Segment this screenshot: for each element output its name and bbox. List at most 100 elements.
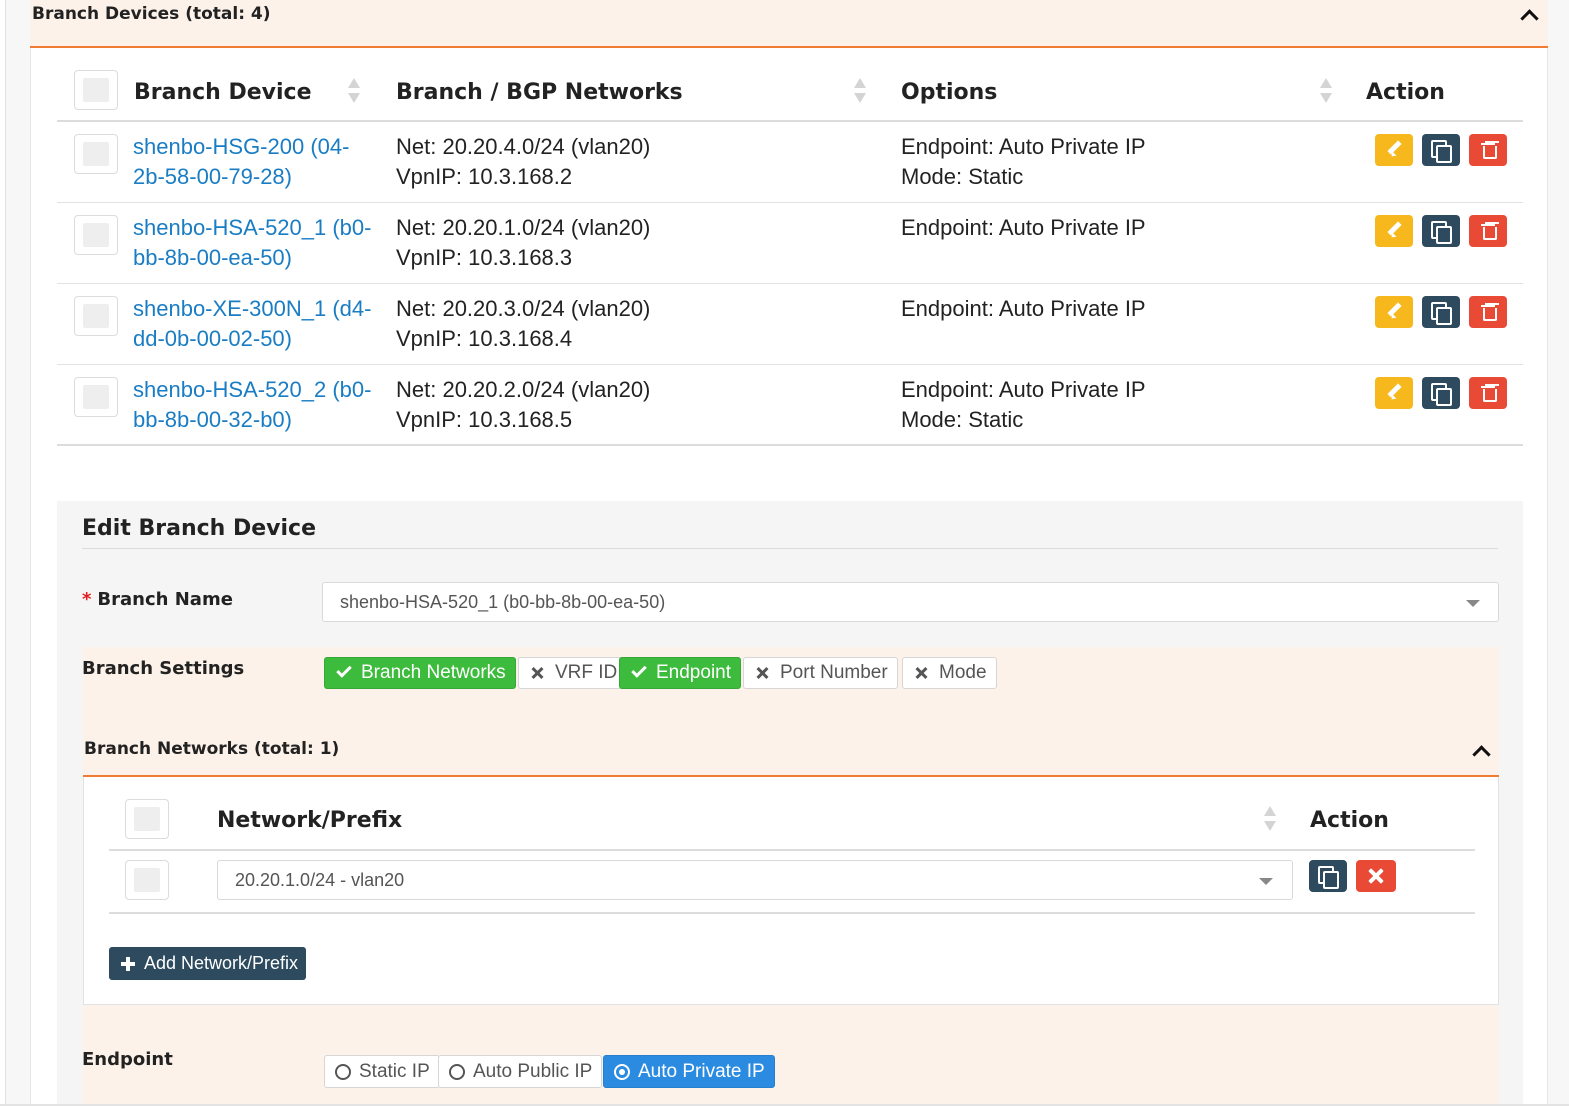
edit-section-title: Edit Branch Device xyxy=(82,516,317,541)
radio-icon xyxy=(614,1064,630,1080)
options-cell: Endpoint: Auto Private IP Mode: Static xyxy=(901,377,1146,432)
times-icon xyxy=(531,666,545,680)
branch-device-link[interactable]: shenbo-XE-300N_1 (d4- dd-0b-00-02-50) xyxy=(133,294,383,354)
branch-devices-table: Branch Device Branch / BGP Networks Opti… xyxy=(57,70,1523,446)
trash-icon xyxy=(1481,303,1497,321)
panel-title: Branch Devices (total: 4) xyxy=(32,4,271,24)
row-checkbox[interactable] xyxy=(74,377,118,417)
networks-cell: Net: 20.20.4.0/24 (vlan20) VpnIP: 10.3.1… xyxy=(396,134,651,189)
endpoint-label: Endpoint xyxy=(82,1049,173,1070)
radio-icon xyxy=(335,1064,351,1080)
networks-cell: Net: 20.20.2.0/24 (vlan20) VpnIP: 10.3.1… xyxy=(396,377,651,432)
caret-down-icon xyxy=(1259,878,1273,885)
copy-button[interactable] xyxy=(1422,296,1460,328)
copy-icon xyxy=(1431,302,1452,325)
branch-name-select[interactable]: shenbo-HSA-520_1 (b0-bb-8b-00-ea-50) xyxy=(322,582,1499,622)
trash-icon xyxy=(1481,141,1497,159)
networks-table-header: Network/Prefix Action xyxy=(109,777,1475,851)
table-row: shenbo-HSA-520_1 (b0- bb-8b-00-ea-50) Ne… xyxy=(57,203,1523,284)
row-checkbox[interactable] xyxy=(74,296,118,336)
row-checkbox[interactable] xyxy=(74,134,118,174)
copy-button[interactable] xyxy=(1309,860,1347,892)
edit-button[interactable] xyxy=(1375,296,1413,328)
branch-devices-panel-body: Branch Device Branch / BGP Networks Opti… xyxy=(30,48,1548,1104)
branch-device-link[interactable]: shenbo-HSA-520_2 (b0- bb-8b-00-32-b0) xyxy=(133,375,383,435)
header-action: Action xyxy=(1310,808,1389,833)
table-row: 20.20.1.0/24 - vlan20 xyxy=(109,851,1475,914)
toggle-mode[interactable]: Mode xyxy=(902,657,997,689)
delete-button[interactable] xyxy=(1469,296,1507,328)
branch-device-link[interactable]: shenbo-HSA-520_1 (b0- bb-8b-00-ea-50) xyxy=(133,213,383,273)
copy-icon xyxy=(1431,221,1452,244)
sort-icon[interactable] xyxy=(1319,76,1333,106)
table-row: shenbo-HSA-520_2 (b0- bb-8b-00-32-b0) Ne… xyxy=(57,365,1523,446)
plus-icon xyxy=(121,957,135,971)
toggle-vrf-id[interactable]: VRF ID xyxy=(518,657,628,689)
table-row: shenbo-HSG-200 (04- 2b-58-00-79-28) Net:… xyxy=(57,122,1523,203)
times-icon xyxy=(1367,867,1385,885)
header-network-prefix[interactable]: Network/Prefix xyxy=(217,808,402,833)
branch-device-link[interactable]: shenbo-HSG-200 (04- 2b-58-00-79-28) xyxy=(133,132,383,192)
network-prefix-select[interactable]: 20.20.1.0/24 - vlan20 xyxy=(217,860,1293,900)
options-cell: Endpoint: Auto Private IP xyxy=(901,215,1146,240)
toggle-port-number[interactable]: Port Number xyxy=(743,657,898,689)
header-branch-bgp-networks[interactable]: Branch / BGP Networks xyxy=(396,80,683,105)
header-options[interactable]: Options xyxy=(901,80,997,105)
radio-static-ip[interactable]: Static IP xyxy=(324,1055,440,1088)
copy-button[interactable] xyxy=(1422,134,1460,166)
select-all-checkbox[interactable] xyxy=(125,799,169,839)
edit-button[interactable] xyxy=(1375,134,1413,166)
copy-icon xyxy=(1431,140,1452,163)
delete-button[interactable] xyxy=(1469,377,1507,409)
chevron-up-icon[interactable] xyxy=(1518,4,1540,26)
sort-icon[interactable] xyxy=(853,76,867,106)
radio-auto-public-ip[interactable]: Auto Public IP xyxy=(438,1055,603,1088)
check-icon xyxy=(631,662,647,678)
sort-icon[interactable] xyxy=(347,76,361,106)
pencil-icon xyxy=(1387,221,1401,241)
copy-icon xyxy=(1431,383,1452,406)
sort-icon[interactable] xyxy=(1263,804,1277,834)
branch-name-label: * Branch Name xyxy=(82,589,233,610)
networks-cell: Net: 20.20.3.0/24 (vlan20) VpnIP: 10.3.1… xyxy=(396,296,651,351)
check-icon xyxy=(336,662,352,678)
remove-button[interactable] xyxy=(1356,860,1396,892)
copy-button[interactable] xyxy=(1422,377,1460,409)
times-icon xyxy=(915,666,929,680)
delete-button[interactable] xyxy=(1469,134,1507,166)
toggle-branch-networks[interactable]: Branch Networks xyxy=(324,657,516,689)
chevron-up-icon[interactable] xyxy=(1470,740,1492,762)
branch-settings-label: Branch Settings xyxy=(82,658,245,679)
delete-button[interactable] xyxy=(1469,215,1507,247)
add-network-prefix-button[interactable]: Add Network/Prefix xyxy=(109,947,307,980)
pencil-icon xyxy=(1387,302,1401,322)
branch-settings-zone: Branch Settings Branch Networks VRF ID E… xyxy=(82,647,1499,1104)
table-row: shenbo-XE-300N_1 (d4- dd-0b-00-02-50) Ne… xyxy=(57,284,1523,365)
table-header: Branch Device Branch / BGP Networks Opti… xyxy=(57,70,1523,122)
options-cell: Endpoint: Auto Private IP xyxy=(901,296,1146,321)
copy-icon xyxy=(1318,866,1339,889)
required-mark: * xyxy=(82,589,92,610)
times-icon xyxy=(756,666,770,680)
row-checkbox[interactable] xyxy=(125,860,169,900)
branch-devices-panel-header[interactable]: Branch Devices (total: 4) xyxy=(30,0,1548,48)
networks-cell: Net: 20.20.1.0/24 (vlan20) VpnIP: 10.3.1… xyxy=(396,215,651,270)
caret-down-icon xyxy=(1466,600,1480,607)
branch-networks-panel-body: Network/Prefix Action 20.20.1.0/24 - vla… xyxy=(83,777,1499,1005)
edit-branch-device-section: Edit Branch Device * Branch Name shenbo-H… xyxy=(57,501,1523,1104)
trash-icon xyxy=(1481,384,1497,402)
branch-networks-panel-header[interactable]: Branch Networks (total: 1) xyxy=(83,725,1499,777)
row-checkbox[interactable] xyxy=(74,215,118,255)
copy-button[interactable] xyxy=(1422,215,1460,247)
header-branch-device[interactable]: Branch Device xyxy=(134,80,312,105)
radio-icon xyxy=(449,1064,465,1080)
radio-auto-private-ip[interactable]: Auto Private IP xyxy=(603,1055,775,1088)
branch-networks-panel-title: Branch Networks (total: 1) xyxy=(84,739,340,759)
header-action: Action xyxy=(1366,80,1445,105)
edit-button[interactable] xyxy=(1375,377,1413,409)
edit-button[interactable] xyxy=(1375,215,1413,247)
select-all-checkbox[interactable] xyxy=(74,70,118,110)
options-cell: Endpoint: Auto Private IP Mode: Static xyxy=(901,134,1146,189)
toggle-endpoint[interactable]: Endpoint xyxy=(619,657,742,689)
trash-icon xyxy=(1481,222,1497,240)
